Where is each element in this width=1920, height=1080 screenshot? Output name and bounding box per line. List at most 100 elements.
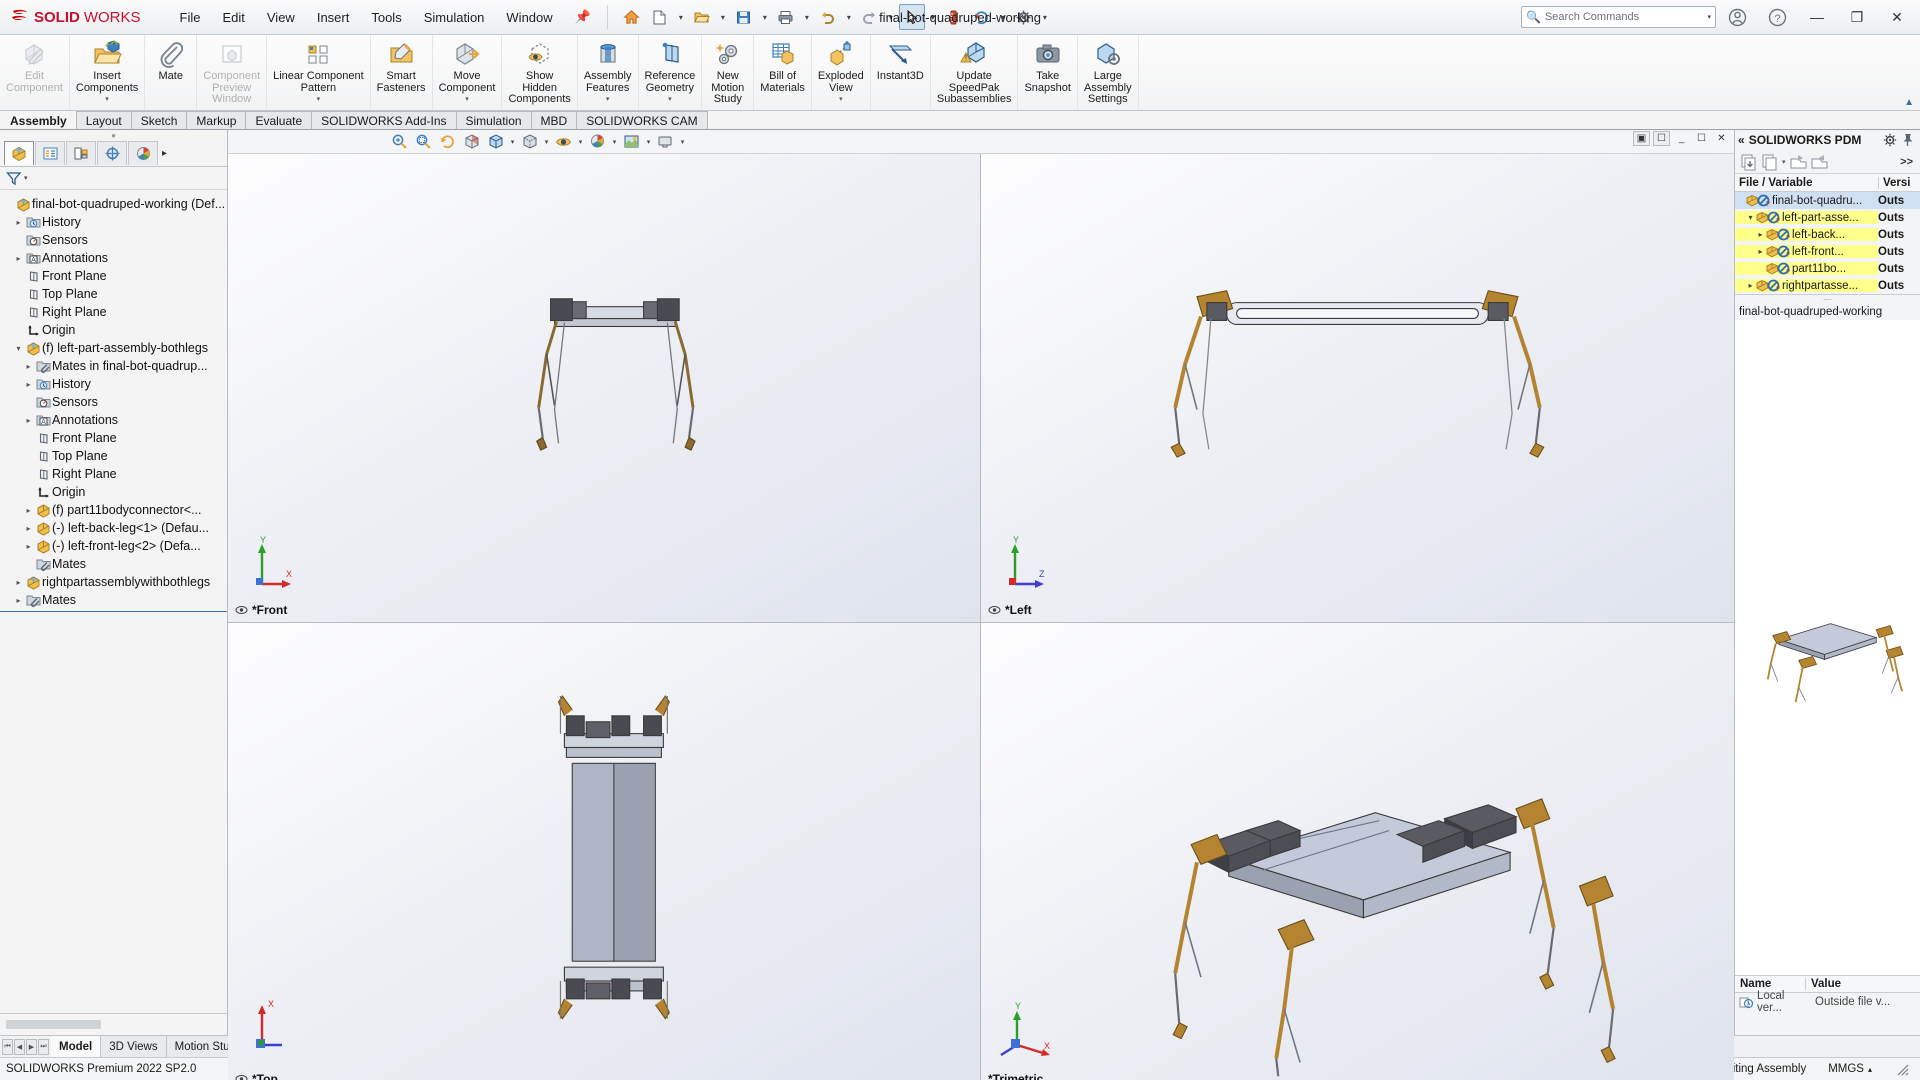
pdm-col-version[interactable]: Versi [1878, 177, 1920, 189]
status-units-text[interactable]: MMGS [1828, 1063, 1864, 1075]
feature-tree[interactable]: final-bot-quadruped-working (Def...▸Hist… [0, 190, 227, 1013]
tab-layout[interactable]: Layout [76, 111, 132, 129]
cmd-move-component[interactable]: Move Component ▾ [433, 35, 503, 110]
viewport-top[interactable]: X *Top [228, 623, 981, 1080]
pdm-var-col-name[interactable]: Name [1735, 978, 1805, 990]
feature-tree-item[interactable]: ▾(f) left-part-assembly-bothlegs [0, 339, 227, 357]
view-settings-caret-icon[interactable]: ▾ [678, 138, 687, 146]
cmd-exploded-view[interactable]: Exploded View ▾ [812, 35, 871, 110]
save-icon[interactable] [731, 4, 757, 30]
menu-bar[interactable]: File Edit View Insert Tools Simulation W… [169, 5, 602, 29]
cmd-show-hidden-components[interactable]: Show Hidden Components [502, 35, 577, 110]
feature-tree-item[interactable]: ▸rightpartassemblywithbothlegs [0, 573, 227, 591]
undo-check-out-icon[interactable] [1810, 153, 1828, 171]
tree-expand-arrow-icon[interactable]: ▸ [22, 506, 35, 515]
pdm-splitter[interactable]: ⎯⎯ [1735, 295, 1920, 304]
check-out-icon[interactable] [1761, 153, 1779, 171]
help-question-icon[interactable]: ? [1758, 0, 1796, 34]
display-style-caret-icon[interactable]: ▾ [542, 138, 551, 146]
menu-item-simulation[interactable]: Simulation [413, 6, 496, 29]
hscroll-thumb[interactable] [6, 1020, 101, 1029]
gear-icon[interactable] [1883, 133, 1897, 147]
feature-tree-item[interactable]: ▸(f) part11bodyconnector<... [0, 501, 227, 519]
feature-tree-item[interactable]: Origin [0, 321, 227, 339]
options-gear-icon[interactable] [1011, 4, 1037, 30]
options-caret-icon[interactable]: ▾ [1039, 4, 1051, 30]
cmd-large-assembly-settings[interactable]: Large Assembly Settings [1078, 35, 1139, 110]
rebuild-icon[interactable] [969, 4, 995, 30]
measure-icon[interactable] [941, 4, 967, 30]
display-manager-tab[interactable] [128, 141, 158, 165]
pdm-variable-row[interactable]: Local ver... Outside file v... [1735, 993, 1920, 1011]
tree-expand-arrow-icon[interactable]: ▸ [22, 380, 35, 389]
redo-icon[interactable] [857, 4, 883, 30]
apply-scene-icon[interactable] [620, 130, 643, 153]
get-latest-version-icon[interactable] [1740, 153, 1758, 171]
zoom-to-fit-icon[interactable] [388, 130, 411, 153]
more-commands-icon[interactable]: >> [1900, 156, 1915, 168]
feature-manager-tab[interactable] [4, 141, 34, 165]
tab-solidworks-addins[interactable]: SOLIDWORKS Add-Ins [311, 111, 456, 129]
quick-access-toolbar[interactable]: ▾ ▾ ▾ ▾ ▾ ▾ ▾ ▾ [619, 4, 1051, 30]
feature-tree-item[interactable]: ▸Mates [0, 591, 227, 609]
feature-tree-item[interactable]: Sensors [0, 231, 227, 249]
menu-item-edit[interactable]: Edit [211, 6, 255, 29]
pushpin-icon[interactable] [1901, 133, 1914, 147]
menu-item-window[interactable]: Window [495, 6, 563, 29]
next-tab-icon[interactable]: ▶ [26, 1039, 37, 1055]
bottom-tab-3d-views[interactable]: 3D Views [101, 1036, 166, 1057]
edit-appearance-caret-icon[interactable]: ▾ [610, 138, 619, 146]
feature-tree-item[interactable]: Sensors [0, 393, 227, 411]
feature-tree-item[interactable]: Origin [0, 483, 227, 501]
zoom-to-area-icon[interactable] [412, 130, 435, 153]
pdm-file-row[interactable]: ▸?left-back...Outs [1735, 226, 1920, 243]
tree-expand-arrow-icon[interactable]: ▸ [22, 416, 35, 425]
pdm-col-file-variable[interactable]: File / Variable [1735, 177, 1878, 189]
feature-tree-item[interactable]: Top Plane [0, 447, 227, 465]
property-manager-tab[interactable] [35, 141, 65, 165]
configuration-manager-tab[interactable] [66, 141, 96, 165]
tree-expand-arrow-icon[interactable]: ▸ [22, 524, 35, 533]
pdm-file-row[interactable]: ▾?left-part-asse...Outs [1735, 209, 1920, 226]
tree-expand-arrow-icon[interactable]: ▸ [12, 578, 25, 587]
close-document-icon[interactable]: ✕ [1713, 131, 1730, 146]
apply-scene-caret-icon[interactable]: ▾ [644, 138, 653, 146]
print-caret-icon[interactable]: ▾ [801, 4, 813, 30]
pin-icon[interactable] [235, 605, 248, 615]
rebuild-caret-icon[interactable]: ▾ [997, 4, 1009, 30]
home-icon[interactable] [619, 4, 645, 30]
feature-tree-item[interactable]: ▸(-) left-front-leg<2> (Defa... [0, 537, 227, 555]
new-document-caret-icon[interactable]: ▾ [675, 4, 687, 30]
panel-grip[interactable]: ● [0, 130, 227, 140]
check-out-caret-icon[interactable]: ▾ [1782, 158, 1786, 166]
check-in-icon[interactable] [1789, 153, 1807, 171]
close-window-button[interactable]: ✕ [1878, 0, 1916, 34]
cmd-new-motion-study[interactable]: New Motion Study [702, 35, 754, 110]
document-window-controls[interactable]: ▣ ☐ _ ☐ ✕ [1633, 131, 1730, 146]
pdm-file-row[interactable]: ?final-bot-quadru...Outs [1735, 192, 1920, 209]
feature-manager-tabs[interactable]: ▸ [0, 140, 227, 167]
new-document-icon[interactable] [647, 4, 673, 30]
last-tab-icon[interactable]: ⏭ [38, 1039, 49, 1055]
pdm-expand-arrow-icon[interactable]: ▾ [1745, 213, 1756, 222]
menu-item-tools[interactable]: Tools [360, 6, 412, 29]
units-caret-icon[interactable]: ▴ [1868, 1065, 1872, 1074]
tree-expand-arrow-icon[interactable]: ▸ [12, 254, 25, 263]
tab-solidworks-cam[interactable]: SOLIDWORKS CAM [576, 111, 707, 129]
collapse-ribbon-icon[interactable]: ▲ [1904, 97, 1914, 108]
filter-caret-icon[interactable]: ▾ [24, 174, 28, 182]
cmd-reference-geometry[interactable]: Reference Geometry ▾ [639, 35, 703, 110]
feature-tree-item[interactable]: Right Plane [0, 303, 227, 321]
minimize-document-icon[interactable]: _ [1673, 131, 1690, 146]
pin-icon[interactable] [235, 1074, 248, 1080]
chevron-down-icon[interactable]: ▾ [465, 95, 469, 103]
pdm-expand-arrow-icon[interactable]: ▸ [1755, 230, 1766, 239]
feature-tree-item[interactable]: Right Plane [0, 465, 227, 483]
restore-window-button[interactable]: ❐ [1838, 0, 1876, 34]
undo-icon[interactable] [815, 4, 841, 30]
open-document-icon[interactable] [689, 4, 715, 30]
menu-item-insert[interactable]: Insert [306, 6, 361, 29]
cmd-mate[interactable]: Mate [145, 35, 197, 110]
cmd-take-snapshot[interactable]: Take Snapshot [1018, 35, 1077, 110]
pdm-file-list[interactable]: ?final-bot-quadru...Outs▾?left-part-asse… [1735, 192, 1920, 294]
